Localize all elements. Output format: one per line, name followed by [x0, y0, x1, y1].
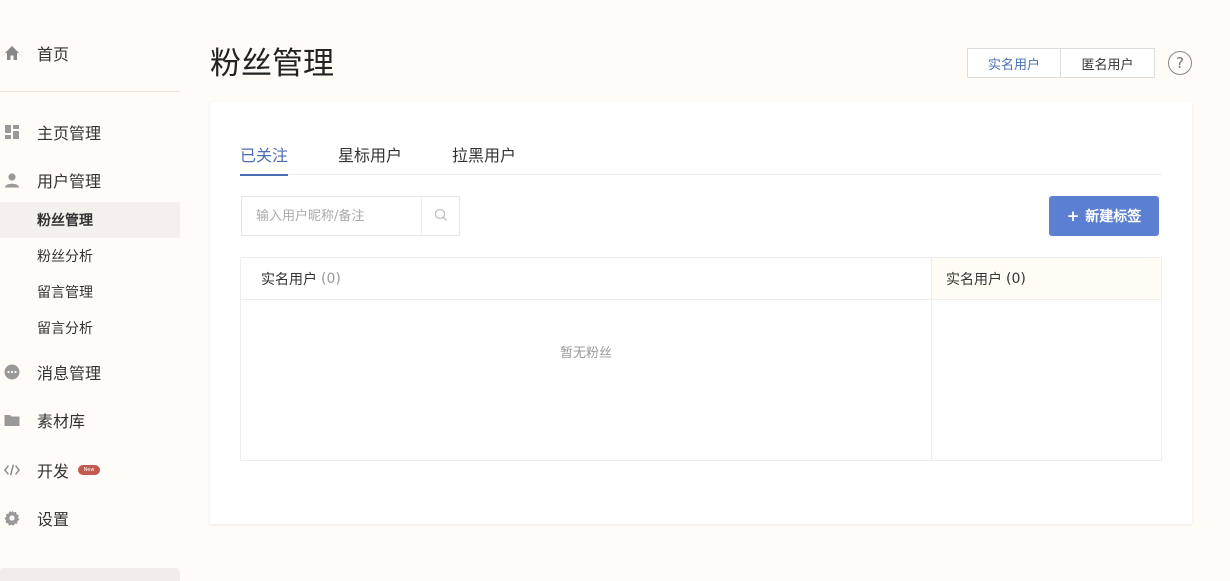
search-button[interactable] — [421, 197, 459, 235]
help-icon[interactable]: ? — [1168, 51, 1192, 75]
sidebar-bottom-panel — [0, 568, 180, 581]
sidebar-item-label: 主页管理 — [37, 124, 102, 143]
anonymous-user-button[interactable]: 匿名用户 — [1061, 49, 1154, 77]
new-badge: New — [78, 465, 100, 475]
sidebar-subitem-comment-management[interactable]: 留言管理 — [0, 274, 180, 310]
sidebar-item-home[interactable]: 首页 — [0, 39, 180, 67]
tab-followed[interactable]: 已关注 — [240, 142, 289, 176]
dashboard-icon — [4, 124, 20, 140]
sidebar-item-homepage-management[interactable]: 主页管理 — [0, 118, 180, 146]
sidebar-subitem-fans-management[interactable]: 粉丝管理 — [0, 202, 180, 238]
tabs: 已关注 星标用户 拉黑用户 — [240, 142, 1162, 176]
sidebar-item-message-management[interactable]: 消息管理 — [0, 358, 180, 386]
empty-state-text: 暂无粉丝 — [559, 346, 612, 361]
message-icon — [4, 364, 20, 380]
tag-panel-header-count: (0) — [1006, 270, 1026, 287]
search-box — [241, 196, 460, 236]
user-icon — [4, 172, 20, 188]
sidebar-item-label: 消息管理 — [37, 364, 102, 383]
sidebar-item-label: 设置 — [37, 510, 70, 529]
real-name-user-button[interactable]: 实名用户 — [968, 49, 1061, 77]
tag-panel: 实名用户 (0) — [931, 257, 1162, 461]
tag-panel-header[interactable]: 实名用户 (0) — [932, 258, 1161, 300]
sidebar-item-label: 首页 — [37, 45, 70, 64]
plus-icon: + — [1066, 207, 1080, 225]
search-input[interactable] — [242, 197, 421, 235]
sidebar-subitem-label: 粉丝管理 — [37, 213, 93, 229]
sidebar-item-label: 素材库 — [37, 412, 86, 431]
gear-icon — [4, 510, 20, 526]
fans-list-header-count: (0) — [321, 270, 341, 287]
sidebar-subitem-fans-analysis[interactable]: 粉丝分析 — [0, 238, 180, 274]
user-type-switch: 实名用户 匿名用户 — [967, 48, 1155, 78]
search-icon — [434, 207, 448, 226]
sidebar: 首页 主页管理 用户管理 粉丝管理 粉丝分析 留言管理 留言分析 消息管理 素材… — [0, 0, 180, 581]
sidebar-item-user-management[interactable]: 用户管理 — [0, 166, 180, 194]
sidebar-item-label: 开发 — [37, 462, 70, 481]
sidebar-subitem-label: 留言分析 — [37, 321, 93, 337]
new-tag-button[interactable]: + 新建标签 — [1049, 196, 1159, 236]
folder-icon — [4, 412, 20, 428]
tab-blocked-users[interactable]: 拉黑用户 — [452, 142, 516, 175]
sidebar-divider — [0, 91, 180, 92]
fans-card: 已关注 星标用户 拉黑用户 + 新建标签 实名用户 (0) 暂无粉丝 实名用户 … — [210, 102, 1192, 524]
sidebar-item-material-library[interactable]: 素材库 — [0, 406, 180, 434]
tag-panel-header-label: 实名用户 — [946, 271, 1002, 288]
page-title: 粉丝管理 — [210, 46, 334, 82]
fans-list-header-label: 实名用户 — [261, 271, 317, 288]
sidebar-subitem-comment-analysis[interactable]: 留言分析 — [0, 310, 180, 346]
home-icon — [4, 45, 20, 61]
sidebar-item-label: 用户管理 — [37, 172, 102, 191]
fans-list-panel: 实名用户 (0) 暂无粉丝 — [240, 257, 932, 461]
sidebar-item-settings[interactable]: 设置 — [0, 504, 180, 532]
code-icon — [4, 462, 20, 478]
sidebar-item-develop[interactable]: 开发 New — [0, 456, 180, 484]
sidebar-subitem-label: 留言管理 — [37, 285, 93, 301]
tab-starred-users[interactable]: 星标用户 — [338, 142, 402, 175]
sidebar-subitem-label: 粉丝分析 — [37, 249, 93, 265]
fans-list-header: 实名用户 (0) — [241, 258, 931, 300]
new-tag-label: 新建标签 — [1085, 209, 1142, 225]
